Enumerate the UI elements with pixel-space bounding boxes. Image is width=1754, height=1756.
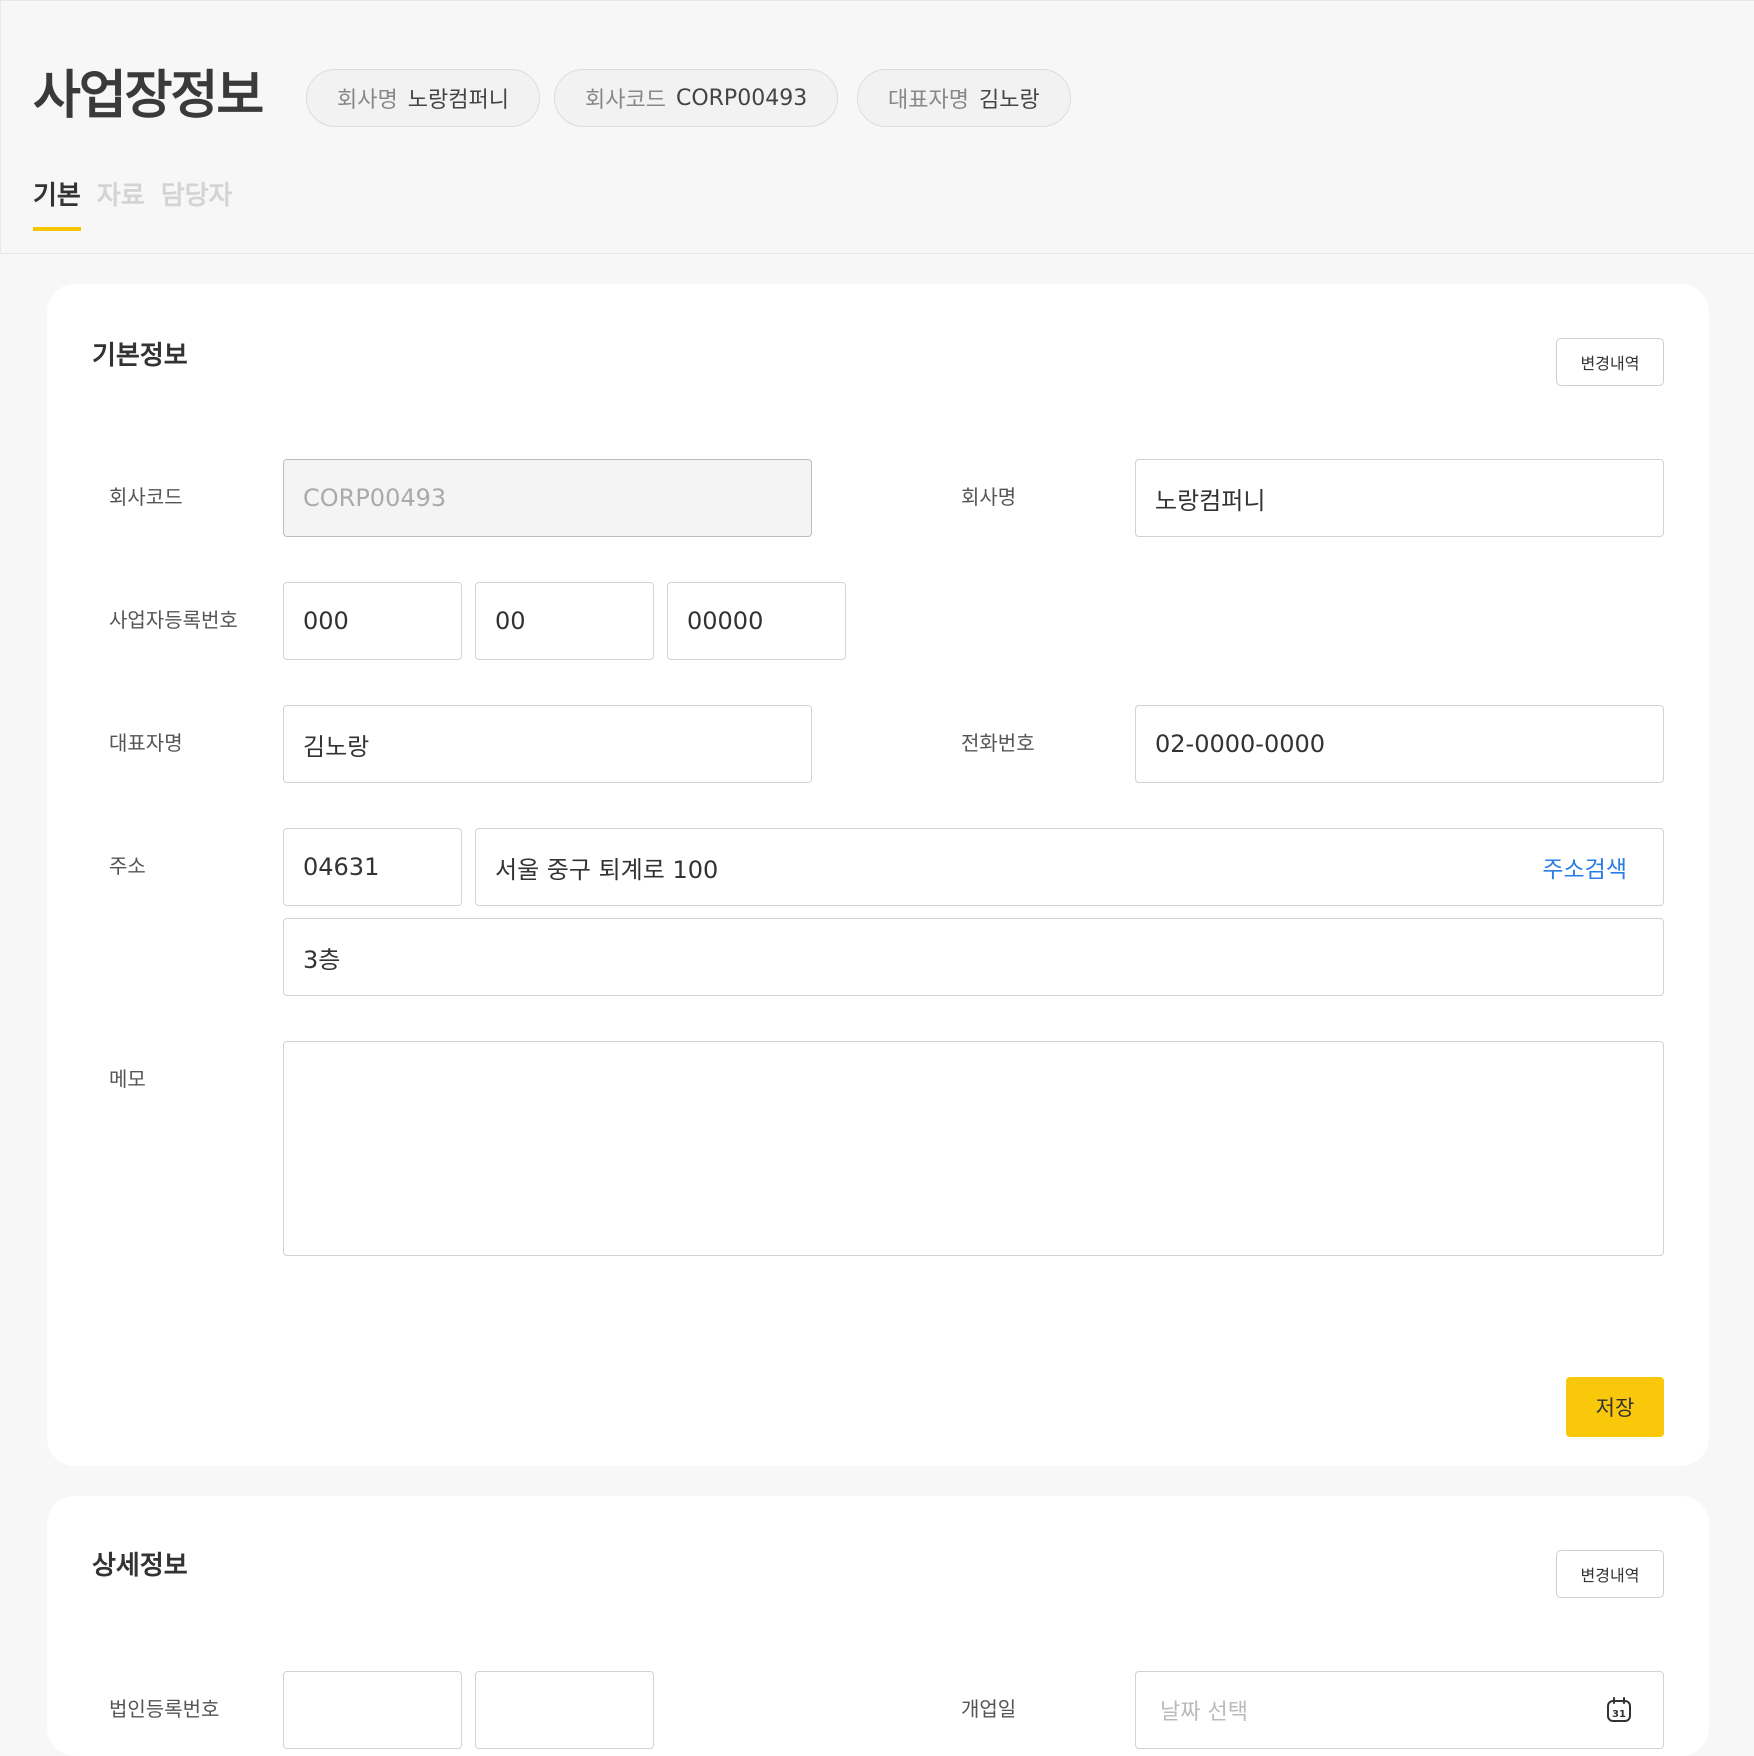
tab-manager[interactable]: 담당자 <box>161 179 233 231</box>
section-title: 기본정보 <box>92 341 188 371</box>
company-code-input[interactable] <box>283 459 812 537</box>
company-name-input[interactable] <box>1135 459 1664 537</box>
address-field[interactable]: 서울 중구 퇴계로 100 주소검색 <box>475 828 1664 906</box>
change-history-button[interactable]: 변경내역 <box>1556 1550 1664 1598</box>
page-title: 사업장정보 <box>33 66 264 126</box>
bizno-part2-input[interactable] <box>475 582 654 660</box>
ceo-name-input[interactable] <box>283 705 812 783</box>
chip-value: 김노랑 <box>978 88 1040 113</box>
save-button[interactable]: 저장 <box>1566 1377 1664 1437</box>
section-title: 상세정보 <box>92 1551 188 1581</box>
calendar-icon[interactable]: 31 <box>1605 1696 1633 1724</box>
page-header: 사업장정보 회사명 노랑컴퍼니 회사코드 CORP00493 대표자명 김노랑 … <box>0 0 1754 254</box>
address-text: 서울 중구 퇴계로 100 <box>495 855 719 884</box>
chip-value: CORP00493 <box>675 85 808 111</box>
chip-key: 회사명 <box>337 88 398 113</box>
open-date-label: 개업일 <box>961 1697 1017 1721</box>
corpno-label: 법인등록번호 <box>109 1697 220 1721</box>
tab-documents[interactable]: 자료 <box>97 179 145 231</box>
chip-ceo-name: 대표자명 김노랑 <box>857 69 1071 127</box>
tab-bar: 기본 자료 담당자 <box>33 179 232 231</box>
address-detail-input[interactable] <box>283 918 1664 996</box>
phone-input[interactable] <box>1135 705 1664 783</box>
bizno-part3-input[interactable] <box>667 582 846 660</box>
chip-key: 대표자명 <box>888 88 969 113</box>
bizno-part1-input[interactable] <box>283 582 462 660</box>
chip-company-code: 회사코드 CORP00493 <box>554 69 839 127</box>
corpno-part1-input[interactable] <box>283 1671 462 1749</box>
company-name-label: 회사명 <box>961 485 1017 509</box>
memo-textarea[interactable] <box>283 1041 1664 1256</box>
open-date-placeholder: 날짜 선택 <box>1160 1700 1248 1725</box>
company-code-label: 회사코드 <box>109 485 183 509</box>
memo-label: 메모 <box>109 1067 146 1091</box>
chip-company-name: 회사명 노랑컴퍼니 <box>306 69 540 127</box>
address-search-link[interactable]: 주소검색 <box>1542 850 1627 884</box>
ceo-name-label: 대표자명 <box>109 731 183 755</box>
basic-info-card: 기본정보 변경내역 회사코드 회사명 사업자등록번호 대표자명 전화번호 주소 … <box>47 284 1709 1466</box>
change-history-button[interactable]: 변경내역 <box>1556 338 1664 386</box>
chip-value: 노랑컴퍼니 <box>407 88 509 113</box>
calendar-day: 31 <box>1612 1709 1626 1720</box>
corpno-part2-input[interactable] <box>475 1671 654 1749</box>
detail-info-card: 상세정보 변경내역 법인등록번호 개업일 날짜 선택 31 <box>47 1496 1709 1756</box>
phone-label: 전화번호 <box>961 731 1035 755</box>
open-date-picker[interactable]: 날짜 선택 31 <box>1135 1671 1664 1749</box>
zipcode-input[interactable] <box>283 828 462 906</box>
address-label: 주소 <box>109 854 146 878</box>
chip-key: 회사코드 <box>585 88 666 113</box>
bizno-label: 사업자등록번호 <box>109 608 238 632</box>
tab-basic[interactable]: 기본 <box>33 179 81 231</box>
